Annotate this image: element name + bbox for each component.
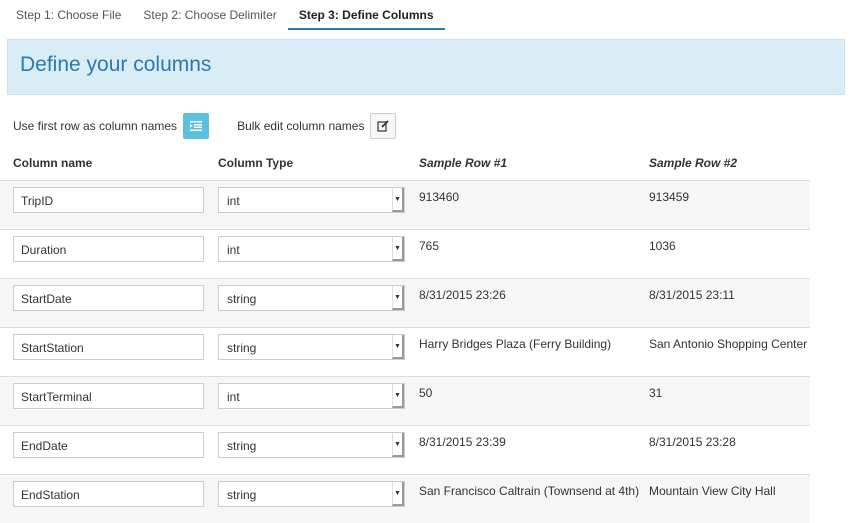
column-options: Use first row as column names Bulk edit … bbox=[13, 113, 397, 139]
first-row-label: Use first row as column names bbox=[13, 119, 178, 133]
column-type-select[interactable]: int ▼ bbox=[218, 187, 405, 213]
tab-choose-delimiter[interactable]: Step 2: Choose Delimiter bbox=[132, 0, 287, 28]
page-title: Define your columns bbox=[20, 53, 212, 76]
first-row-toggle-button[interactable] bbox=[183, 113, 210, 139]
header-column-type: Column Type bbox=[218, 156, 294, 170]
tab-define-columns[interactable]: Step 3: Define Columns bbox=[287, 0, 445, 30]
chevron-down-icon: ▼ bbox=[392, 188, 404, 212]
column-type-select[interactable]: string ▼ bbox=[218, 481, 405, 507]
column-name-input[interactable]: TripID bbox=[13, 187, 204, 213]
column-name-input[interactable]: StartStation bbox=[13, 334, 204, 360]
column-type-value: int bbox=[227, 243, 240, 257]
sample-1-value: Harry Bridges Plaza (Ferry Building) bbox=[419, 337, 612, 351]
column-type-select[interactable]: string ▼ bbox=[218, 285, 405, 311]
chevron-down-icon: ▼ bbox=[392, 384, 404, 408]
column-type-select[interactable]: int ▼ bbox=[218, 236, 405, 262]
chevron-down-icon: ▼ bbox=[392, 237, 404, 261]
tab-choose-file[interactable]: Step 1: Choose File bbox=[5, 0, 132, 28]
column-type-value: string bbox=[227, 439, 257, 453]
sample-2-value: Mountain View City Hall bbox=[649, 484, 776, 498]
header-sample-2: Sample Row #2 bbox=[649, 156, 738, 170]
chevron-down-icon: ▼ bbox=[392, 433, 404, 457]
sample-1-value: 913460 bbox=[419, 190, 460, 204]
bulk-edit-label: Bulk edit column names bbox=[237, 119, 365, 133]
sample-1-value: 50 bbox=[419, 386, 433, 400]
bulk-edit-button[interactable] bbox=[370, 113, 397, 139]
sample-1-value: 8/31/2015 23:39 bbox=[419, 435, 506, 449]
chevron-down-icon: ▼ bbox=[392, 335, 404, 359]
wizard-tabs: Step 1: Choose File Step 2: Choose Delim… bbox=[5, 0, 445, 30]
table-row: StartDate string ▼ 8/31/2015 23:26 8/31/2… bbox=[0, 278, 810, 327]
sample-2-value: 8/31/2015 23:28 bbox=[649, 435, 736, 449]
sample-2-value: 1036 bbox=[649, 239, 676, 253]
column-type-value: string bbox=[227, 341, 257, 355]
table-row: EndStation string ▼ San Francisco Caltrai… bbox=[0, 474, 810, 523]
table-row: Duration int ▼ 765 1036 bbox=[0, 229, 810, 278]
sample-1-value: 8/31/2015 23:26 bbox=[419, 288, 506, 302]
table-row: TripID int ▼ 913460 913459 bbox=[0, 180, 810, 229]
column-type-value: int bbox=[227, 194, 240, 208]
columns-table: TripID int ▼ 913460 913459 Duration int ▼ 7… bbox=[0, 180, 810, 523]
column-type-value: string bbox=[227, 292, 257, 306]
sample-2-value: San Antonio Shopping Center bbox=[649, 337, 808, 351]
column-name-input[interactable]: Duration bbox=[13, 236, 204, 262]
column-type-select[interactable]: string ▼ bbox=[218, 432, 405, 458]
column-type-select[interactable]: int ▼ bbox=[218, 383, 405, 409]
chevron-down-icon: ▼ bbox=[392, 482, 404, 506]
table-header: Column name Column Type Sample Row #1 Sa… bbox=[0, 156, 810, 180]
sample-2-value: 8/31/2015 23:11 bbox=[649, 288, 735, 302]
banner: Define your columns bbox=[7, 39, 845, 95]
table-row: EndDate string ▼ 8/31/2015 23:39 8/31/201… bbox=[0, 425, 810, 474]
header-column-name: Column name bbox=[13, 156, 93, 170]
list-indent-icon bbox=[190, 121, 203, 131]
sample-1-value: 765 bbox=[419, 239, 440, 253]
table-row: StartStation string ▼ Harry Bridges Plaza… bbox=[0, 327, 810, 376]
sample-1-value: San Francisco Caltrain (Townsend at 4th) bbox=[419, 484, 640, 498]
column-type-value: int bbox=[227, 390, 240, 404]
column-name-input[interactable]: StartTerminal bbox=[13, 383, 204, 409]
table-row: StartTerminal int ▼ 50 31 bbox=[0, 376, 810, 425]
edit-icon bbox=[377, 120, 390, 132]
chevron-down-icon: ▼ bbox=[392, 286, 404, 310]
column-type-select[interactable]: string ▼ bbox=[218, 334, 405, 360]
header-sample-1: Sample Row #1 bbox=[419, 156, 508, 170]
sample-2-value: 913459 bbox=[649, 190, 690, 204]
column-name-input[interactable]: EndStation bbox=[13, 481, 204, 507]
sample-2-value: 31 bbox=[649, 386, 663, 400]
column-name-input[interactable]: EndDate bbox=[13, 432, 204, 458]
column-name-input[interactable]: StartDate bbox=[13, 285, 204, 311]
